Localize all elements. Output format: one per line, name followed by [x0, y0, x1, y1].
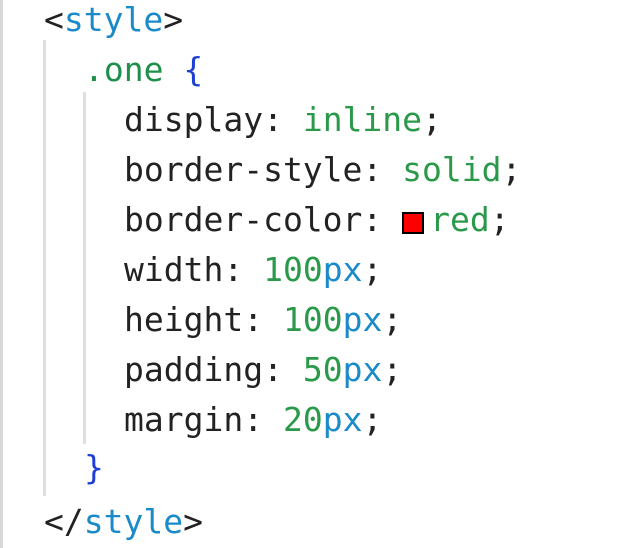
property-name: border-style	[124, 150, 363, 189]
open-tag-gt: >	[163, 0, 184, 39]
semicolon: ;	[362, 400, 383, 439]
property-name: height	[124, 300, 244, 339]
semicolon: ;	[362, 250, 383, 289]
unit: px	[342, 350, 383, 389]
property-value: red	[430, 200, 490, 239]
code-editor[interactable]: <style> .one { display: inline; border-s…	[0, 0, 642, 548]
property-name: display	[124, 100, 264, 139]
code-line-close-tag: </style>	[44, 502, 203, 542]
number-value: 100	[263, 250, 323, 289]
indent-guide-inner	[83, 92, 86, 444]
unit: px	[342, 300, 383, 339]
semicolon: ;	[501, 150, 522, 189]
code-line-margin: margin: 20px;	[124, 400, 382, 440]
css-selector: .one	[84, 50, 164, 89]
code-line-border-color: border-color: red;	[124, 200, 510, 240]
editor-left-border	[0, 0, 3, 548]
property-value: inline	[302, 100, 423, 139]
semicolon: ;	[422, 100, 442, 139]
color-swatch-icon[interactable]	[402, 212, 425, 234]
number-value: 100	[282, 300, 343, 339]
colon: :	[362, 150, 383, 189]
code-line-open-tag: <style>	[44, 0, 183, 40]
property-name: margin	[124, 400, 244, 439]
unit: px	[322, 250, 363, 289]
close-tag-name: style	[83, 502, 184, 541]
colon: :	[263, 100, 283, 139]
open-tag-lt: <	[44, 0, 64, 39]
close-tag-gt: >	[183, 502, 203, 541]
colon: :	[362, 200, 383, 239]
colon: :	[243, 400, 264, 439]
property-name: width	[124, 250, 224, 289]
colon: :	[243, 300, 264, 339]
colon: :	[263, 350, 283, 389]
code-line-border-style: border-style: solid;	[124, 150, 521, 190]
property-name: padding	[124, 350, 264, 389]
close-tag-lt: </	[44, 502, 84, 541]
code-line-padding: padding: 50px;	[124, 350, 402, 390]
property-value: solid	[402, 150, 502, 189]
property-name: border-color	[124, 200, 363, 239]
semicolon: ;	[382, 300, 403, 339]
semicolon: ;	[489, 200, 510, 239]
open-brace: {	[183, 50, 204, 89]
number-value: 50	[302, 350, 343, 389]
code-line-height: height: 100px;	[124, 300, 402, 340]
code-line-display: display: inline;	[124, 100, 442, 140]
close-brace: }	[84, 448, 104, 487]
colon: :	[223, 250, 244, 289]
code-line-width: width: 100px;	[124, 250, 382, 290]
unit: px	[322, 400, 363, 439]
indent-guide-outer	[43, 40, 46, 496]
number-value: 20	[282, 400, 323, 439]
semicolon: ;	[382, 350, 403, 389]
code-line-close-brace: }	[84, 448, 104, 488]
open-tag-name: style	[63, 0, 164, 39]
code-line-selector: .one {	[84, 50, 203, 90]
